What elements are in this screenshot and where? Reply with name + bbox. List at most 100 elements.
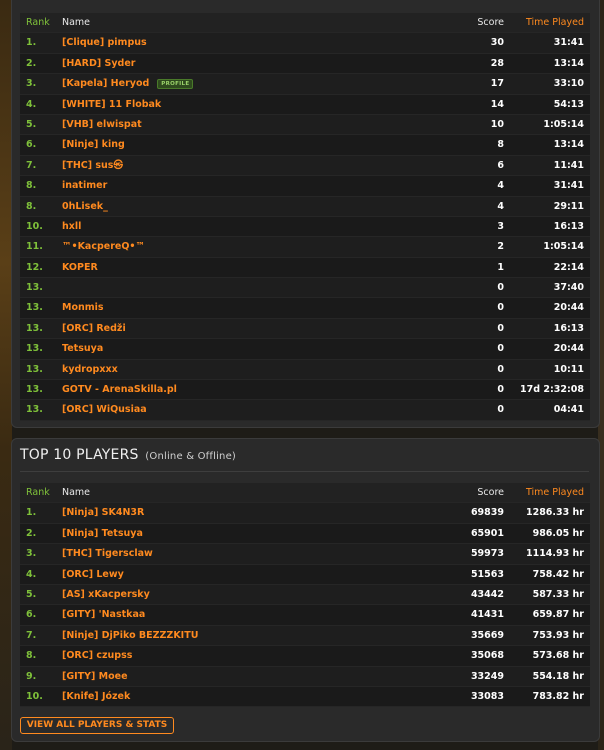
player-name-cell: [Kapela] Heryod PROFILE (62, 74, 194, 94)
player-time-played: 20:44 (553, 343, 584, 355)
player-name-link[interactable]: [ORC] Lewy (62, 569, 124, 580)
player-name-cell: [Ninje] DjPiko BEZZZKITU (62, 626, 198, 646)
table-row: 13. [ORC] WiQusiaa 0 04:41 (20, 400, 590, 421)
player-time-played: 11:41 (553, 159, 584, 171)
top-players-title: TOP 10 PLAYERS (20, 447, 139, 463)
player-rank: 2. (26, 57, 37, 69)
player-time-played: 1:05:14 (543, 118, 584, 130)
table-row: 8. inatimer 4 31:41 (20, 176, 590, 197)
player-name-link[interactable]: [THC] Tigersclaw (62, 548, 153, 559)
player-time-played: 659.87 hr (532, 609, 584, 621)
player-time-played: 54:13 (553, 98, 584, 110)
player-time-played: 1:05:14 (543, 241, 584, 253)
player-name-link[interactable]: [ORC] czupss (62, 650, 132, 661)
player-name-link[interactable]: [ORC] Redži (62, 323, 126, 334)
player-name-cell: [WHITE] 11 Flobak (62, 95, 161, 115)
player-rank: 7. (26, 159, 37, 171)
player-name-link[interactable]: Tetsuya (62, 343, 103, 354)
player-name-link[interactable]: kydropxxx (62, 364, 118, 375)
player-name-link[interactable]: [ORC] WiQusiaa (62, 404, 147, 415)
player-rank: 3. (26, 548, 37, 560)
player-name-link[interactable]: [HARD] Syder (62, 58, 135, 69)
score-header[interactable]: Score (477, 483, 504, 503)
table-row: 4. [ORC] Lewy 51563 758.42 hr (20, 564, 590, 585)
player-name-link[interactable]: [Kapela] Heryod (62, 78, 149, 89)
player-time-played: 758.42 hr (532, 568, 584, 580)
player-name-cell: [ORC] czupss (62, 646, 132, 666)
player-score: 8 (497, 139, 504, 151)
player-name-link[interactable]: 0hLisek_ (62, 201, 108, 212)
player-rank: 13. (26, 282, 43, 294)
table-header: Rank Name Score Time Played (20, 13, 590, 34)
top-players-panel: TOP 10 PLAYERS (Online & Offline) Rank N… (11, 438, 600, 742)
player-time-played: 33:10 (553, 78, 584, 90)
player-rank: 10. (26, 690, 43, 702)
player-rank: 13. (26, 302, 43, 314)
player-score: 33249 (470, 670, 504, 682)
player-name-link[interactable]: [VHB] elwispat (62, 119, 142, 130)
table-header: Rank Name Score Time Played (20, 483, 590, 504)
player-rank: 13. (26, 343, 43, 355)
player-name-cell: [VHB] elwispat (62, 115, 142, 135)
name-header[interactable]: Name (62, 13, 90, 33)
player-name-link[interactable]: [THC] sus㉿ (62, 160, 123, 171)
table-row: 13. [ORC] Redži 0 16:13 (20, 318, 590, 340)
table-row: 2. [HARD] Syder 28 13:14 (20, 53, 590, 75)
player-time-played: 783.82 hr (532, 690, 584, 702)
player-name-cell: ™•KacpereQ•™ (62, 237, 145, 257)
player-name-link[interactable]: ™•KacpereQ•™ (62, 241, 145, 252)
player-score: 4 (497, 180, 504, 192)
player-time-played: 10:11 (553, 363, 584, 375)
profile-badge[interactable]: PROFILE (157, 78, 194, 89)
time-played-header[interactable]: Time Played (526, 13, 584, 33)
player-time-played: 1286.33 hr (525, 507, 584, 519)
top-players-table: Rank Name Score Time Played 1. [Ninja] SK… (20, 483, 590, 708)
player-rank: 13. (26, 322, 43, 334)
table-row: 13. Tetsuya 0 20:44 (20, 339, 590, 360)
player-time-played: 13:14 (553, 57, 584, 69)
current-players-panel: Rank Name Score Time Played 1. [Clique] p… (11, 0, 600, 428)
player-name-link[interactable]: GOTV - ArenaSkilla.pl (62, 384, 177, 395)
player-time-played: 16:13 (553, 322, 584, 334)
player-time-played: 16:13 (553, 220, 584, 232)
player-time-played: 554.18 hr (532, 670, 584, 682)
player-name-link[interactable]: [Knife] Józek (62, 691, 130, 702)
player-score: 0 (497, 384, 504, 396)
player-score: 0 (497, 322, 504, 334)
player-name-link[interactable]: [GITY] 'Nastkaa (62, 609, 145, 620)
player-name-link[interactable]: hxll (62, 221, 81, 232)
player-rank: 8. (26, 650, 37, 662)
player-name-link[interactable]: [Ninje] king (62, 139, 125, 150)
player-name-cell: [ORC] WiQusiaa (62, 400, 147, 420)
player-name-link[interactable]: [Ninje] DjPiko BEZZZKITU (62, 630, 198, 641)
player-rank: 12. (26, 261, 43, 273)
player-score: 43442 (470, 588, 504, 600)
player-name-link[interactable]: inatimer (62, 180, 107, 191)
player-name-cell: [GITY] 'Nastkaa (62, 605, 145, 625)
player-name-link[interactable]: [Ninja] SK4N3R (62, 507, 144, 518)
name-header[interactable]: Name (62, 483, 90, 503)
player-name-cell: [GITY] Moee (62, 667, 128, 687)
time-played-header[interactable]: Time Played (526, 483, 584, 503)
player-name-link[interactable]: KOPER (62, 262, 98, 273)
player-name-link[interactable]: [WHITE] 11 Flobak (62, 99, 161, 110)
player-name-link[interactable]: Monmis (62, 302, 104, 313)
player-name-cell: KOPER (62, 258, 98, 278)
player-name-link[interactable]: [AS] xKacpersky (62, 589, 150, 600)
player-score: 0 (497, 302, 504, 314)
player-time-played: 31:41 (553, 37, 584, 49)
player-name-cell: [ORC] Redži (62, 319, 126, 339)
player-time-played: 573.68 hr (532, 650, 584, 662)
player-name-cell: [AS] xKacpersky (62, 585, 150, 605)
player-score: 0 (497, 404, 504, 416)
player-name-link[interactable]: [Clique] pimpus (62, 37, 147, 48)
player-score: 59973 (470, 548, 504, 560)
player-time-played: 17d 2:32:08 (520, 384, 584, 396)
player-name-link[interactable]: [Ninja] Tetsuya (62, 528, 143, 539)
player-name-link[interactable]: [GITY] Moee (62, 671, 128, 682)
view-all-players-button[interactable]: VIEW ALL PLAYERS & STATS (20, 717, 174, 734)
table-row: 2. [Ninja] Tetsuya 65901 986.05 hr (20, 523, 590, 545)
score-header[interactable]: Score (477, 13, 504, 33)
table-row: 1. [Clique] pimpus 30 31:41 (20, 33, 590, 54)
player-score: 17 (490, 78, 504, 90)
